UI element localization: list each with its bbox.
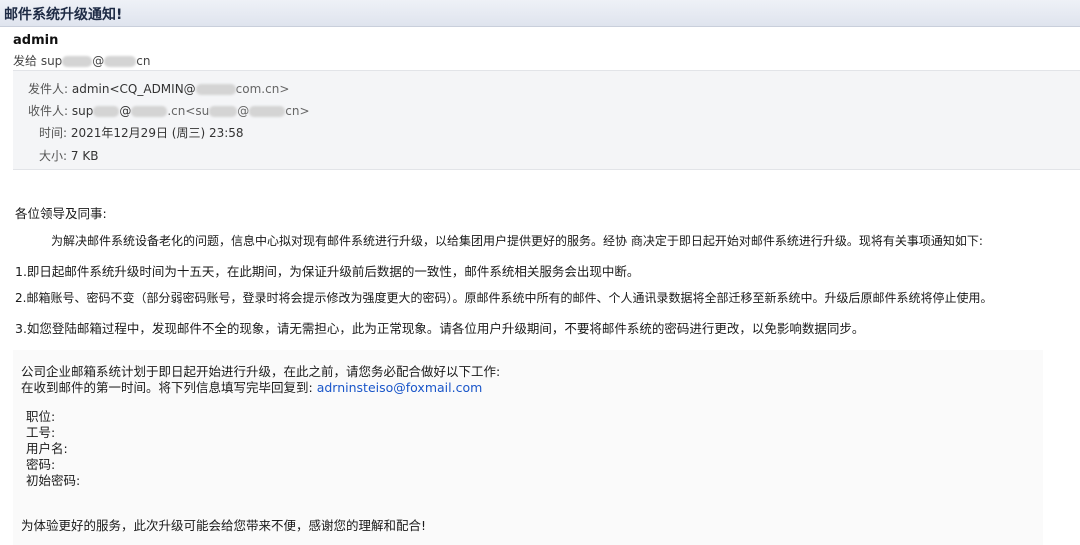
- to-value-1b: @: [119, 104, 132, 118]
- reply-email-link[interactable]: adrninsteiso@foxmail.com: [317, 380, 483, 395]
- to-value-1a[interactable]: sup: [72, 104, 93, 118]
- recipient-suffix: cn: [136, 54, 151, 68]
- field-initial-password: 初始密码:: [26, 473, 81, 488]
- to-row: 收件人: sup @ .cn<su @ cn>: [28, 102, 310, 119]
- to-value-1c: .cn<su: [167, 104, 210, 118]
- redacted-text: [62, 56, 93, 67]
- size-row: 大小: 7 KB: [39, 147, 98, 164]
- intro-paragraph: 为解决邮件系统设备老化的问题，信息中心拟对现有邮件系统进行升级，以给集团用户提供…: [51, 234, 983, 248]
- recipient-at: @: [92, 54, 105, 68]
- recipient-summary[interactable]: 发给 sup @ cn: [13, 52, 151, 69]
- to-value-2c: cn>: [285, 104, 310, 118]
- time-value: 2021年12月29日 (周三) 23:58: [70, 126, 244, 140]
- size-label: 大小:: [39, 149, 68, 163]
- redacted-text: [195, 84, 236, 95]
- notice-item-2: 2.邮箱账号、密码不变（部分弱密码账号，登录时将会提示修改为强度更大的密码）。原…: [15, 291, 993, 305]
- to-value-2b: @: [237, 104, 250, 118]
- email-subject-bar: 邮件系统升级通知!: [0, 0, 1080, 27]
- redacted-text: [93, 106, 120, 117]
- from-label: 发件人:: [28, 82, 69, 96]
- time-label: 时间:: [39, 126, 68, 140]
- closing-text: 为体验更好的服务，此次升级可能会给您带来不便，感谢您的理解和配合!: [21, 518, 427, 533]
- email-subject: 邮件系统升级通知!: [4, 7, 123, 23]
- recipient-prefix: 发给 sup: [13, 54, 63, 68]
- from-value[interactable]: admin<CQ_ADMIN@: [72, 82, 196, 96]
- from-suffix: com.cn>: [235, 82, 290, 96]
- time-row: 时间: 2021年12月29日 (周三) 23:58: [39, 124, 244, 141]
- notice-item-3: 3.如您登陆邮箱过程中，发现邮件不全的现象，请无需担心，此为正常现象。请各位用户…: [15, 321, 865, 336]
- redacted-text: [249, 106, 286, 117]
- sender-name[interactable]: admin: [13, 33, 58, 48]
- notice-item-1: 1.即日起邮件系统升级时间为十五天，在此期间，为保证升级前后数据的一致性，邮件系…: [15, 264, 640, 279]
- redacted-text: [131, 106, 168, 117]
- from-row: 发件人: admin<CQ_ADMIN@ com.cn>: [28, 80, 289, 97]
- notice-line-2: 在收到邮件的第一时间。将下列信息填写完毕回复到: adrninsteiso@fo…: [21, 377, 482, 396]
- size-value: 7 KB: [70, 149, 99, 163]
- redacted-text: [209, 106, 238, 117]
- notice-line-2-text: 在收到邮件的第一时间。将下列信息填写完毕回复到:: [21, 380, 313, 395]
- to-label: 收件人:: [28, 104, 69, 118]
- redacted-text: [104, 56, 137, 67]
- greeting: 各位领导及同事:: [15, 206, 107, 221]
